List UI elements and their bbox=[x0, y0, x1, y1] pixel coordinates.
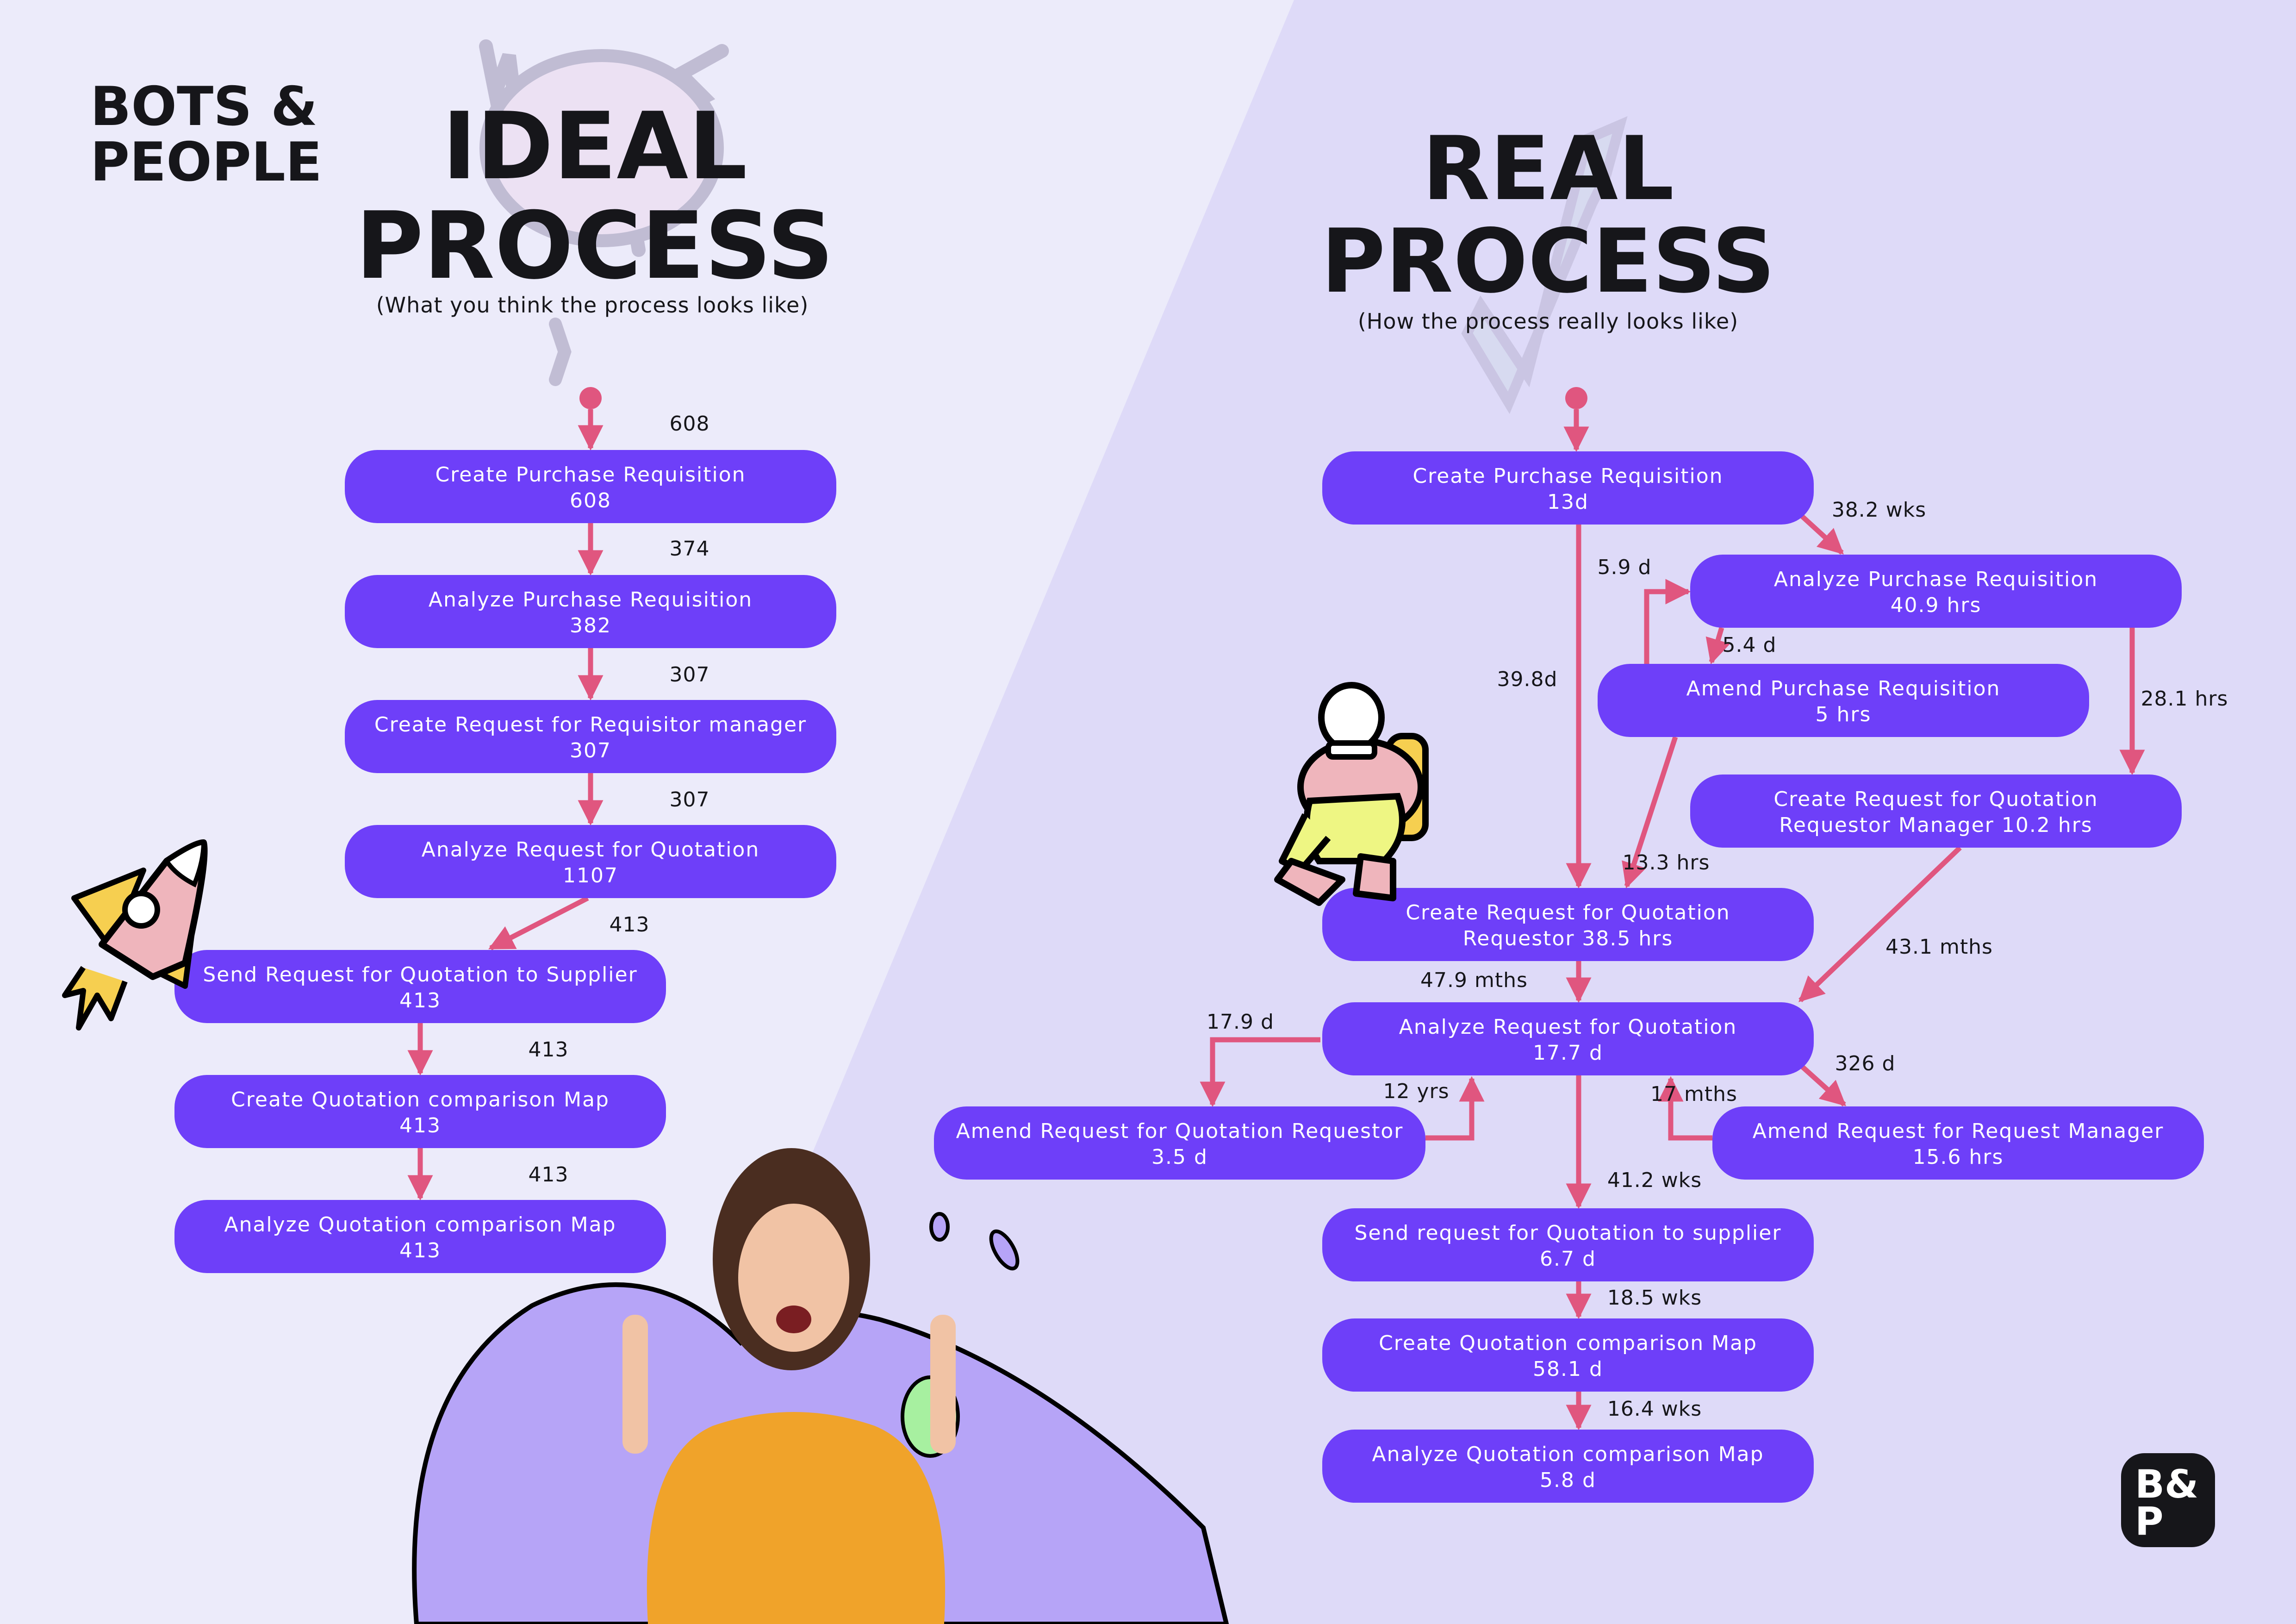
real-node[interactable]: Analyze Request for Quotation17.7 d bbox=[1322, 1002, 1814, 1075]
node-value: 413 bbox=[399, 989, 441, 1012]
ideal-title-line1: IDEAL bbox=[442, 93, 747, 200]
ideal-title-line2: PROCESS bbox=[355, 192, 834, 300]
infographic-canvas: BOTS & PEOPLE IDEAL PROCESS (What you th… bbox=[0, 0, 2296, 1624]
node-label: Analyze Request for Quotation bbox=[422, 838, 760, 862]
node-label: Amend Purchase Requisition bbox=[1686, 677, 2001, 700]
node-value: 15.6 hrs bbox=[1913, 1145, 2004, 1169]
real-edge-label: 5.9 d bbox=[1598, 556, 1652, 579]
bp-logo: B& P bbox=[2121, 1453, 2215, 1547]
node-label: Create Purchase Requisition bbox=[1412, 464, 1723, 488]
real-node[interactable]: Create Request for QuotationRequestor Ma… bbox=[1690, 775, 2182, 848]
node-value: 413 bbox=[399, 1239, 441, 1262]
ideal-node[interactable]: Analyze Request for Quotation1107 bbox=[345, 825, 836, 898]
node-label: Send request for Quotation to supplier bbox=[1355, 1221, 1782, 1245]
ideal-edge-label: 307 bbox=[670, 663, 710, 687]
real-node[interactable]: Amend Request for Quotation Requestor3.5… bbox=[934, 1106, 1425, 1180]
real-edge-label: 326 d bbox=[1835, 1052, 1896, 1075]
node-value: 307 bbox=[570, 739, 611, 762]
node-value: 413 bbox=[399, 1114, 441, 1137]
node-label: Analyze Quotation comparison Map bbox=[1372, 1443, 1764, 1466]
real-edge-label: 28.1 hrs bbox=[2141, 687, 2228, 711]
ideal-node[interactable]: Create Request for Requisitor manager307 bbox=[345, 700, 836, 773]
node-label: Create Request for Quotation bbox=[1773, 787, 2098, 811]
node-label: Analyze Quotation comparison Map bbox=[224, 1213, 616, 1237]
node-value: 6.7 d bbox=[1540, 1247, 1596, 1271]
ideal-edge-label: 374 bbox=[670, 537, 710, 561]
ideal-edge-label: 307 bbox=[670, 788, 710, 812]
real-edge-label: 17 mths bbox=[1650, 1082, 1737, 1106]
real-edge-label: 43.1 mths bbox=[1885, 935, 1993, 959]
node-value: Requestor 38.5 hrs bbox=[1463, 927, 1674, 950]
real-edge-label: 17.9 d bbox=[1207, 1010, 1274, 1034]
brand-line2: PEOPLE bbox=[90, 131, 322, 194]
node-label: Create Request for Quotation bbox=[1406, 901, 1730, 924]
node-label: Amend Request for Request Manager bbox=[1753, 1119, 2164, 1143]
real-edge-label: 13.3 hrs bbox=[1623, 851, 1710, 874]
real-node[interactable]: Send request for Quotation to supplier6.… bbox=[1322, 1208, 1814, 1281]
ideal-edge-label: 413 bbox=[529, 1038, 569, 1062]
node-value: 13d bbox=[1547, 490, 1589, 514]
node-label: Create Purchase Requisition bbox=[435, 463, 746, 487]
real-node[interactable]: Analyze Purchase Requisition40.9 hrs bbox=[1690, 555, 2182, 628]
real-subtitle: (How the process really looks like) bbox=[1358, 309, 1738, 334]
real-node[interactable]: Amend Purchase Requisition 5 hrs bbox=[1598, 664, 2089, 737]
node-value: 608 bbox=[570, 489, 611, 512]
real-node[interactable]: Create Purchase Requisition13d bbox=[1322, 451, 1814, 525]
node-value: 40.9 hrs bbox=[1891, 593, 1982, 617]
ideal-node[interactable]: Analyze Purchase Requisition382 bbox=[345, 575, 836, 648]
ideal-node[interactable]: Send Request for Quotation to Supplier41… bbox=[174, 950, 666, 1023]
ideal-node[interactable]: Analyze Quotation comparison Map413 bbox=[174, 1200, 666, 1273]
ideal-node[interactable]: Create Purchase Requisition608 bbox=[345, 450, 836, 523]
start-event-dot bbox=[1565, 387, 1587, 409]
real-edge-label: 16.4 wks bbox=[1607, 1397, 1702, 1421]
real-edge-label: 47.9 mths bbox=[1420, 968, 1528, 992]
brand-line1: BOTS & bbox=[90, 75, 317, 138]
ideal-edge-label: 413 bbox=[610, 913, 650, 937]
real-edge-label: 18.5 wks bbox=[1607, 1286, 1702, 1310]
real-edge-label: 39.8d bbox=[1497, 668, 1558, 691]
node-label: Create Quotation comparison Map bbox=[1379, 1331, 1757, 1355]
real-node[interactable]: Amend Request for Request Manager15.6 hr… bbox=[1712, 1106, 2204, 1180]
ideal-edge-label: 608 bbox=[670, 412, 710, 436]
real-edge-label: 41.2 wks bbox=[1607, 1168, 1702, 1192]
ideal-edge-label: 413 bbox=[529, 1163, 569, 1187]
node-value: 1107 bbox=[563, 864, 618, 887]
node-label: Create Request for Requisitor manager bbox=[374, 713, 807, 737]
node-label: Analyze Purchase Requisition bbox=[1774, 568, 2098, 591]
node-value: Requestor Manager 10.2 hrs bbox=[1779, 813, 2092, 837]
node-label: Send Request for Quotation to Supplier bbox=[203, 963, 637, 987]
ideal-node[interactable]: Create Quotation comparison Map413 bbox=[174, 1075, 666, 1148]
node-value: 58.1 d bbox=[1533, 1357, 1603, 1381]
real-node[interactable]: Create Quotation comparison Map58.1 d bbox=[1322, 1318, 1814, 1392]
node-label: Analyze Purchase Requisition bbox=[429, 588, 753, 612]
real-title-line1: REAL bbox=[1422, 118, 1674, 220]
ideal-subtitle: (What you think the process looks like) bbox=[376, 293, 809, 318]
real-title-line2: PROCESS bbox=[1321, 210, 1775, 312]
real-edge-label: 38.2 wks bbox=[1832, 498, 1926, 522]
node-value: 5 hrs bbox=[1816, 703, 1872, 726]
node-label: Amend Request for Quotation Requestor bbox=[956, 1119, 1404, 1143]
real-edge-label: 5.4 d bbox=[1723, 633, 1777, 657]
node-label: Analyze Request for Quotation bbox=[1399, 1015, 1737, 1039]
node-value: 3.5 d bbox=[1151, 1145, 1208, 1169]
real-node[interactable]: Analyze Quotation comparison Map5.8 d bbox=[1322, 1430, 1814, 1503]
node-value: 382 bbox=[570, 614, 611, 637]
node-value: 17.7 d bbox=[1533, 1041, 1603, 1065]
node-value: 5.8 d bbox=[1540, 1468, 1596, 1492]
node-label: Create Quotation comparison Map bbox=[231, 1088, 610, 1112]
real-edge-label: 12 yrs bbox=[1383, 1080, 1449, 1103]
start-event-dot bbox=[579, 387, 602, 409]
logo-line2: P bbox=[2135, 1499, 2164, 1544]
